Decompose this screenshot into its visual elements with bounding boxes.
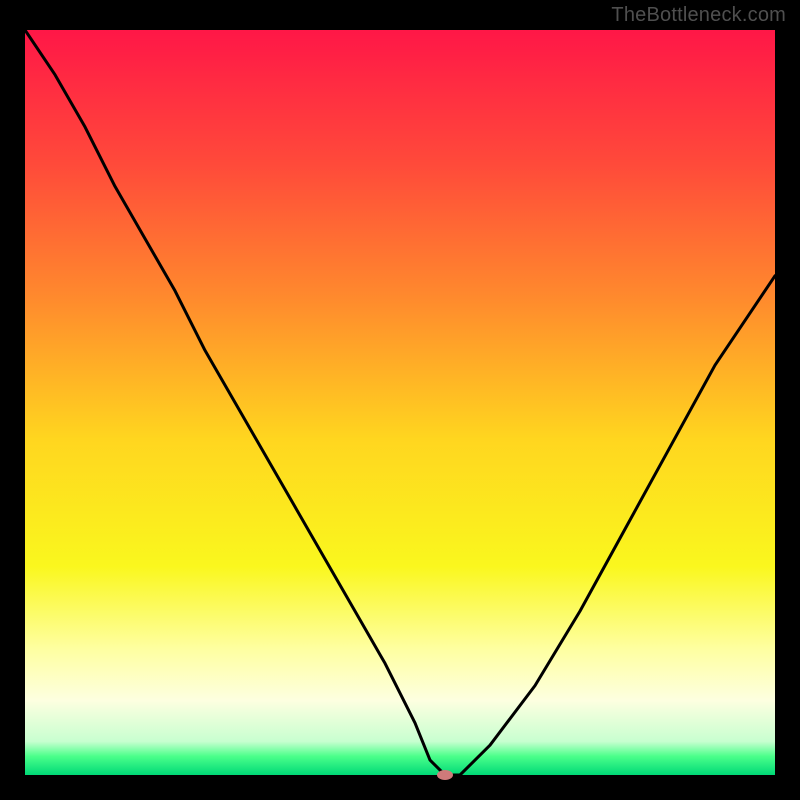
chart-frame: TheBottleneck.com xyxy=(0,0,800,800)
gradient-background xyxy=(25,30,775,775)
chart-canvas xyxy=(0,0,800,800)
optimal-marker xyxy=(437,770,453,780)
watermark-text: TheBottleneck.com xyxy=(611,4,786,27)
